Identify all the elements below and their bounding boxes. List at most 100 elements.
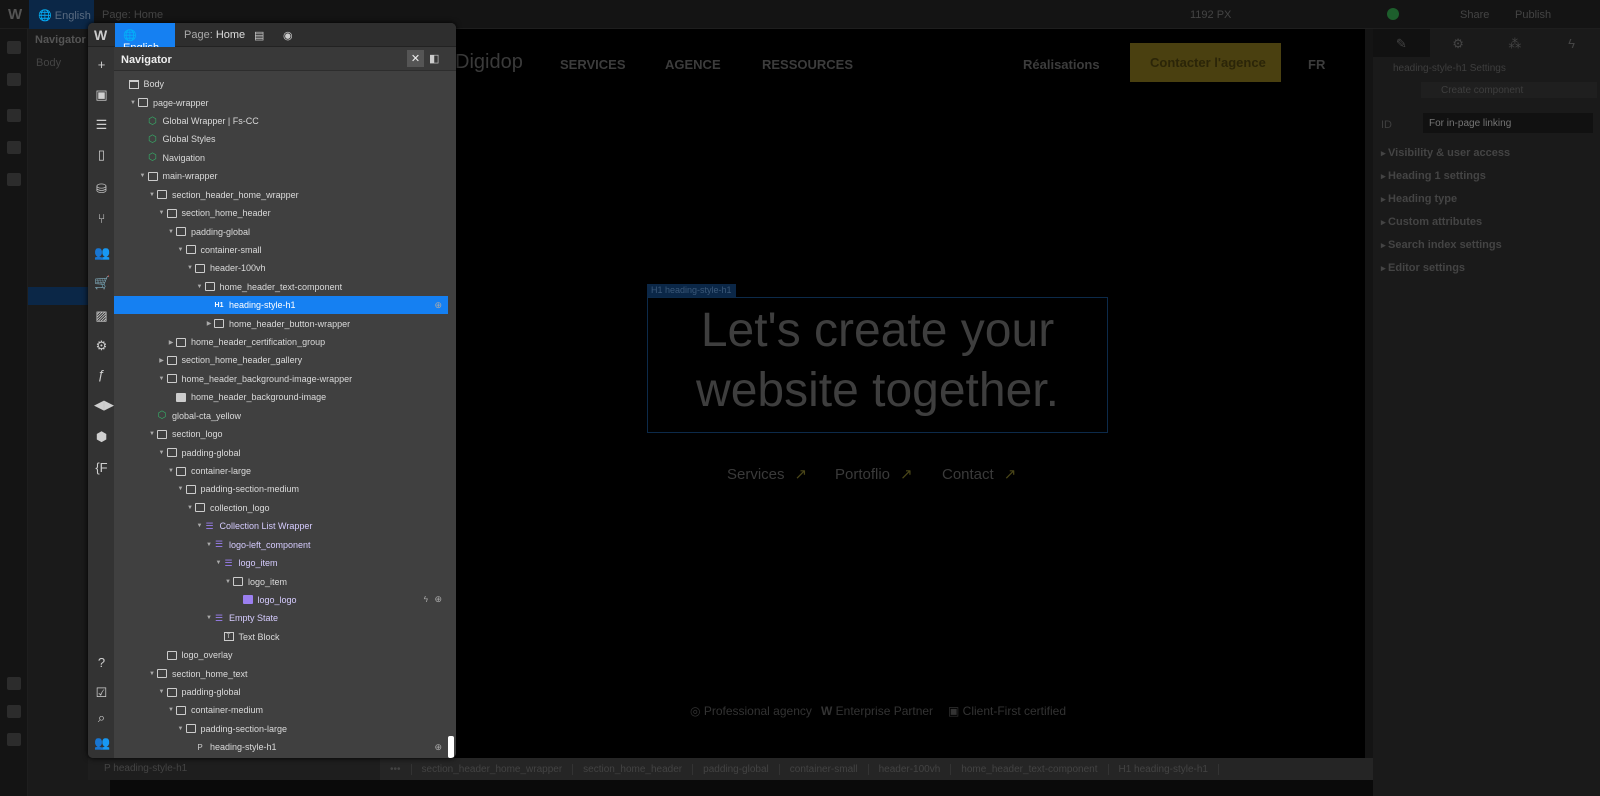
preview-eye-icon[interactable]: ◉ <box>283 29 293 42</box>
breadcrumb-item[interactable]: section_header_home_wrapper <box>412 763 574 775</box>
navigator-item[interactable]: H1 heading-style-h1 ⊕ <box>114 296 448 315</box>
search-icon[interactable]: ⌕ <box>94 710 109 726</box>
add-icon[interactable]: + <box>94 57 109 72</box>
breadcrumb-item[interactable]: container-small <box>780 763 869 775</box>
finsweet-icon[interactable]: ƒ <box>94 367 109 382</box>
navigator-item[interactable]: ▼ padding-global <box>114 683 448 701</box>
dock-panel-icon[interactable]: ◧ <box>429 52 439 65</box>
ecommerce-icon[interactable]: 🛒 <box>94 275 110 291</box>
navigator-item[interactable]: ▼ padding-global <box>114 443 448 461</box>
pages-icon[interactable]: ▯ <box>94 147 109 163</box>
navigator-item[interactable]: ▼ ☰ logo-left_component <box>114 536 448 554</box>
cube-icon[interactable] <box>7 73 21 86</box>
breadcrumb-item[interactable]: padding-global <box>693 763 780 775</box>
pages-icon[interactable] <box>7 141 21 154</box>
section-heading1[interactable]: Heading 1 settings <box>1381 170 1486 182</box>
caret-down-icon[interactable]: ▼ <box>147 431 157 437</box>
navigator-item[interactable]: logo_overlay <box>114 646 448 664</box>
comments-icon[interactable]: ▤ <box>254 29 264 42</box>
relume-icon[interactable]: ◀▶ <box>94 397 114 413</box>
site-nav-services[interactable]: SERVICES <box>560 57 626 72</box>
caret-right-icon[interactable]: ▶ <box>204 320 214 327</box>
navigator-item[interactable]: ▼ ☰ logo_item <box>114 554 448 572</box>
settings-icon[interactable]: ⚙ <box>94 338 109 354</box>
section-search-index[interactable]: Search index settings <box>1381 239 1502 251</box>
hero-link-services[interactable]: Services ↗ <box>727 465 807 483</box>
caret-down-icon[interactable]: ▼ <box>176 726 186 732</box>
site-nav-ressources[interactable]: RESSOURCES <box>762 57 853 72</box>
navigator-item[interactable]: ▼ container-large <box>114 462 448 480</box>
caret-down-icon[interactable]: ▼ <box>157 689 167 695</box>
navigator-item[interactable]: ▼ padding-section-large <box>114 720 448 738</box>
style-brush-icon[interactable]: ✎ <box>1373 29 1430 57</box>
team-icon[interactable]: 👥 <box>94 735 110 751</box>
navigator-item[interactable]: ▼ container-small <box>114 241 448 259</box>
collapse-all-icon[interactable]: ✕ <box>407 50 424 67</box>
navigator-item[interactable]: ⬡ global-cta_yellow <box>114 407 448 425</box>
navigator-item[interactable]: ▼ main-wrapper <box>114 167 448 185</box>
caret-right-icon[interactable]: ▶ <box>166 339 176 346</box>
caret-right-icon[interactable]: ▶ <box>157 357 167 364</box>
logic-icon[interactable]: ⑂ <box>94 211 109 226</box>
navigator-item[interactable]: T Text Block <box>114 628 448 646</box>
navigator-item[interactable]: ▶ home_header_certification_group <box>114 333 448 351</box>
layers-icon[interactable] <box>7 109 21 122</box>
locale-button[interactable]: 🌐 English <box>29 0 94 29</box>
caret-down-icon[interactable]: ▼ <box>147 671 157 677</box>
webflow-logo[interactable]: W <box>94 27 107 43</box>
caret-down-icon[interactable]: ▼ <box>147 192 157 198</box>
canvas-scrollbar[interactable] <box>1365 29 1373 758</box>
caret-down-icon[interactable]: ▼ <box>128 100 138 106</box>
navigator-item[interactable]: ▼ page-wrapper <box>114 93 448 111</box>
code-icon[interactable]: {F <box>94 460 109 475</box>
navigator-item[interactable]: ▶ section_home_header_gallery <box>114 351 448 369</box>
site-nav-agence[interactable]: AGENCE <box>665 57 721 72</box>
navigator-item[interactable]: logo_logo ϟ ⊕ <box>114 591 448 609</box>
caret-down-icon[interactable]: ▼ <box>166 468 176 474</box>
check-icon[interactable]: ☑ <box>94 685 109 701</box>
navigator-item[interactable]: ▼ logo_item <box>114 572 448 590</box>
caret-down-icon[interactable]: ▼ <box>176 486 186 492</box>
caret-down-icon[interactable]: ▼ <box>157 210 167 216</box>
navigator-item[interactable]: ▼ section_home_header <box>114 204 448 222</box>
page-selector[interactable]: Page: Home <box>102 9 163 21</box>
navigator-item[interactable]: Body <box>114 75 448 93</box>
caret-down-icon[interactable]: ▼ <box>185 505 195 511</box>
help-icon[interactable] <box>7 677 21 690</box>
site-nav-realisations[interactable]: Réalisations <box>1023 57 1100 72</box>
navigator-item[interactable]: ▶ home_header_button-wrapper <box>114 314 448 332</box>
navigator-item[interactable]: Pheading-style-h1 ⊕ <box>114 738 448 756</box>
check-icon[interactable] <box>7 705 21 718</box>
contact-cta-button[interactable]: Contacter l'agence <box>1130 43 1281 82</box>
navigator-item[interactable]: ▼ header-100vh <box>114 259 448 277</box>
breadcrumb-item[interactable]: section_home_header <box>573 763 694 775</box>
navigator-item[interactable]: ▼ ☰ Collection List Wrapper <box>114 517 448 535</box>
section-editor-settings[interactable]: Editor settings <box>1381 262 1465 274</box>
help-icon[interactable]: ? <box>94 655 109 670</box>
navigator-item[interactable]: ▼ padding-section-medium <box>114 480 448 498</box>
navigator-item[interactable]: ▼ section_home_text <box>114 664 448 682</box>
interactions-icon[interactable]: ⁂ <box>1487 29 1544 57</box>
caret-down-icon[interactable]: ▼ <box>195 284 205 290</box>
breadcrumb-item[interactable]: H1 heading-style-h1 <box>1109 763 1219 775</box>
navigator-item[interactable]: ▼ container-medium <box>114 701 448 719</box>
breadcrumb-item[interactable]: header-100vh <box>869 763 952 775</box>
caret-down-icon[interactable]: ▼ <box>204 542 214 548</box>
caret-down-icon[interactable]: ▼ <box>185 265 195 271</box>
status-check-icon[interactable] <box>1387 8 1399 20</box>
navigator-item[interactable]: ▼ home_header_text-component <box>114 278 448 296</box>
users-icon[interactable]: 👥 <box>94 245 110 261</box>
assets-icon[interactable]: ▨ <box>94 308 109 324</box>
id-input[interactable] <box>1423 113 1593 133</box>
caret-down-icon[interactable]: ▼ <box>204 615 214 621</box>
navigator-item[interactable]: ⬡ Global Styles <box>114 130 448 148</box>
canvas[interactable]: Digidop SERVICES AGENCE RESSOURCES Réali… <box>455 29 1365 758</box>
navigator-item[interactable]: home_header_background-image <box>114 388 448 406</box>
locale-button[interactable]: 🌐 English <box>115 23 175 54</box>
page-selector[interactable]: Page: Home <box>184 29 245 41</box>
create-component-button[interactable]: Create component <box>1421 82 1597 98</box>
breadcrumb-item[interactable]: home_header_text-component <box>951 763 1109 775</box>
site-lang-switch[interactable]: FR <box>1308 57 1325 72</box>
caret-down-icon[interactable]: ▼ <box>176 247 186 253</box>
hero-heading[interactable]: Let's create your website together. <box>647 301 1108 421</box>
